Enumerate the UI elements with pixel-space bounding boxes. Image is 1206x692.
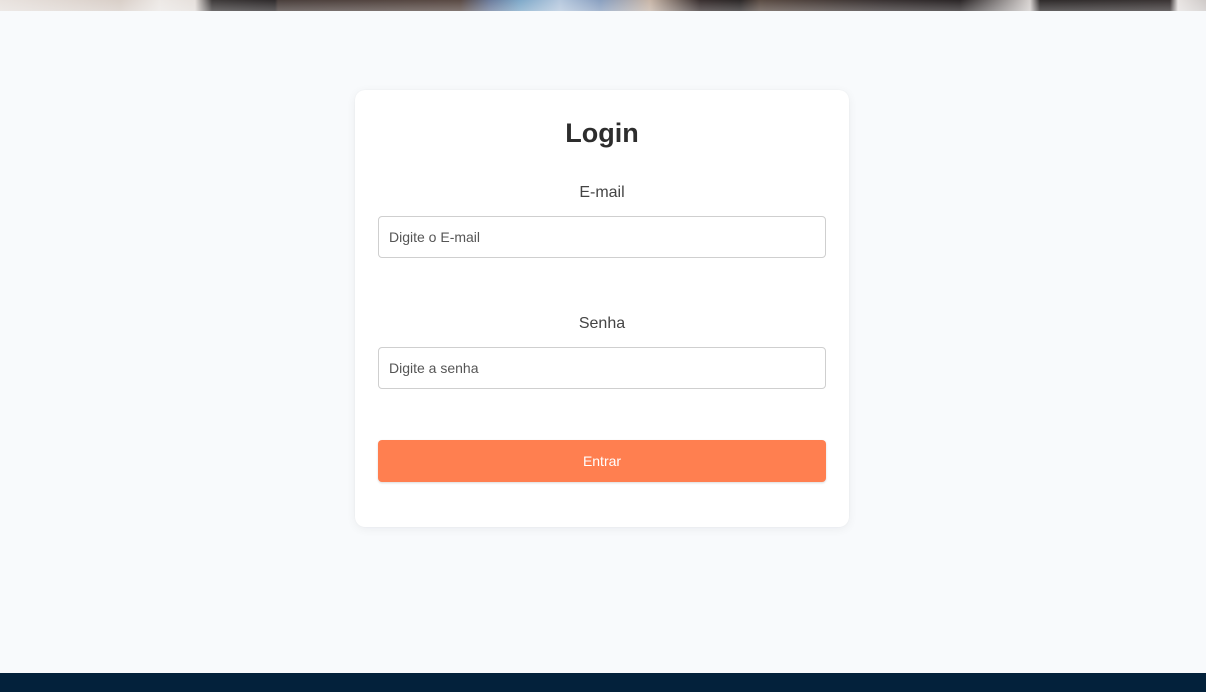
email-input[interactable] [378, 216, 826, 258]
password-label: Senha [578, 315, 626, 332]
top-banner-image [0, 0, 1206, 11]
footer-bar [0, 673, 1206, 692]
email-label: E-mail [579, 184, 625, 201]
banner-fade [0, 0, 1206, 11]
submit-button[interactable]: Entrar [378, 440, 826, 482]
password-input[interactable] [378, 347, 826, 389]
login-title: Login [565, 118, 639, 148]
login-card: Login E-mail Senha Entrar [355, 90, 849, 527]
